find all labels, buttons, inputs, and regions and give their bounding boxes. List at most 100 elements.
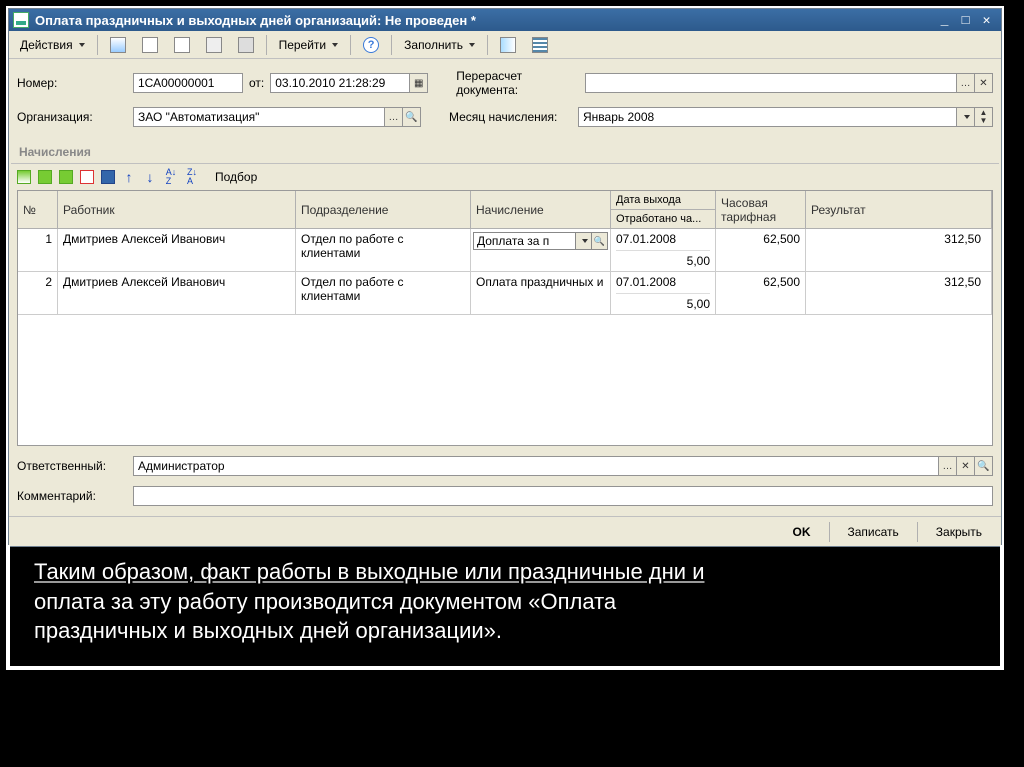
close-button[interactable]: ✕: [976, 11, 997, 29]
chevron-down-icon: [582, 239, 588, 243]
recalc-label: Перерасчет документа:: [434, 69, 579, 97]
sort-desc-button[interactable]: Z↓A: [183, 168, 201, 186]
tb-post-button[interactable]: [103, 34, 133, 56]
accrual-dropdown-button[interactable]: [576, 232, 592, 250]
sort-asc-button[interactable]: A↓Z: [162, 168, 180, 186]
col-header-num[interactable]: №: [18, 191, 58, 229]
cell-department: Отдел по работе с клиентами: [296, 272, 471, 314]
col-header-date-stack[interactable]: Дата выхода Отработано ча...: [611, 191, 716, 229]
responsible-select-button[interactable]: …: [939, 456, 957, 476]
tb-settings-button[interactable]: [493, 34, 523, 56]
minimize-button[interactable]: _: [934, 11, 955, 29]
grid-body: 1 Дмитриев Алексей Иванович Отдел по раб…: [18, 229, 992, 445]
ok-button[interactable]: OK: [780, 521, 824, 543]
help-button[interactable]: ?: [356, 34, 386, 56]
month-dropdown-button[interactable]: [957, 107, 975, 127]
cell-date-stack: 07.01.2008 5,00: [611, 229, 716, 271]
tb-print-button[interactable]: [199, 34, 229, 56]
month-spinner-button[interactable]: ▲▼: [975, 107, 993, 127]
maximize-button[interactable]: □: [955, 11, 976, 29]
save-button[interactable]: Записать: [835, 521, 912, 543]
chevron-down-icon: [79, 43, 85, 47]
add-row-button[interactable]: [15, 168, 33, 186]
tb-refresh-button[interactable]: [135, 34, 165, 56]
add-row-icon: [17, 170, 31, 184]
main-toolbar: Действия Перейти ? Заполнить: [9, 31, 1001, 59]
form-header: Номер: от: ▦ Перерасчет документа: … ✕ О…: [9, 59, 1001, 143]
month-label: Месяц начисления:: [427, 110, 572, 124]
struct-icon: [238, 37, 254, 53]
accrual-value: Доплата за п: [473, 232, 576, 250]
post-icon: [110, 37, 126, 53]
comment-input[interactable]: [133, 486, 993, 506]
org-search-button[interactable]: 🔍: [403, 107, 421, 127]
col-header-result[interactable]: Результат: [806, 191, 992, 229]
cell-num: 2: [18, 272, 58, 314]
responsible-label: Ответственный:: [17, 459, 127, 473]
cell-date-stack: 07.01.2008 5,00: [611, 272, 716, 314]
cell-worked-hours: 5,00: [616, 297, 710, 311]
help-icon: ?: [363, 37, 379, 53]
bottom-fields: Ответственный: … ✕ 🔍 Комментарий:: [9, 446, 1001, 516]
actions-label: Действия: [20, 38, 73, 52]
grid-empty-area: [18, 315, 992, 445]
table-row[interactable]: 1 Дмитриев Алексей Иванович Отдел по раб…: [18, 229, 992, 272]
fill-menu[interactable]: Заполнить: [397, 34, 482, 56]
chevron-down-icon: [332, 43, 338, 47]
tb-register-button[interactable]: [167, 34, 197, 56]
cell-department: Отдел по работе с клиентами: [296, 229, 471, 271]
cell-result: 312,50: [806, 229, 992, 271]
arrow-up-icon: ↑: [126, 169, 133, 185]
fill-label: Заполнить: [404, 38, 463, 52]
table-row[interactable]: 2 Дмитриев Алексей Иванович Отдел по раб…: [18, 272, 992, 315]
print-icon: [206, 37, 222, 53]
cell-result: 312,50: [806, 272, 992, 314]
responsible-search-button[interactable]: 🔍: [975, 456, 993, 476]
responsible-input[interactable]: [133, 456, 939, 476]
cell-accrual: Оплата праздничных и: [471, 272, 611, 314]
col-header-rate[interactable]: Часовая тарифная: [716, 191, 806, 229]
accrual-search-button[interactable]: 🔍: [592, 232, 608, 250]
responsible-clear-button[interactable]: ✕: [957, 456, 975, 476]
org-label: Организация:: [17, 110, 127, 124]
from-label: от:: [249, 76, 264, 90]
titlebar: Оплата праздничных и выходных дней орган…: [9, 9, 1001, 31]
caption-line3: праздничных и выходных дней организации»…: [34, 618, 502, 643]
cell-date-out: 07.01.2008: [616, 275, 710, 294]
number-input[interactable]: [133, 73, 243, 93]
tb-struct-button[interactable]: [231, 34, 261, 56]
col-header-accrual[interactable]: Начисление: [471, 191, 611, 229]
col-header-employee[interactable]: Работник: [58, 191, 296, 229]
col-header-department[interactable]: Подразделение: [296, 191, 471, 229]
cell-accrual[interactable]: Доплата за п 🔍: [471, 229, 611, 271]
section-title: Начисления: [11, 143, 999, 164]
move-down-button[interactable]: ↓: [141, 168, 159, 186]
save-row-button[interactable]: [99, 168, 117, 186]
calendar-button[interactable]: ▦: [410, 73, 428, 93]
caption-line1: Таким образом, факт работы в выходные ил…: [34, 559, 704, 584]
close-button-footer[interactable]: Закрыть: [923, 521, 995, 543]
goto-menu[interactable]: Перейти: [272, 34, 346, 56]
save-icon: [101, 170, 115, 184]
recalc-clear-button[interactable]: ✕: [975, 73, 993, 93]
selection-button[interactable]: Подбор: [208, 166, 264, 188]
delete-row-button[interactable]: [78, 168, 96, 186]
col-header-date-out: Дата выхода: [611, 191, 715, 210]
search-icon: 🔍: [977, 461, 989, 472]
month-input[interactable]: [578, 107, 957, 127]
move-up-button[interactable]: ↑: [120, 168, 138, 186]
caption-line2: оплата за эту работу производится докуме…: [34, 589, 616, 614]
col-header-worked-hours: Отработано ча...: [611, 210, 715, 228]
sort-desc-icon: Z↓A: [187, 168, 197, 186]
org-input[interactable]: [133, 107, 385, 127]
edit-row-button[interactable]: [57, 168, 75, 186]
tb-list-button[interactable]: [525, 34, 555, 56]
org-select-button[interactable]: …: [385, 107, 403, 127]
actions-menu[interactable]: Действия: [13, 34, 92, 56]
cell-date-out: 07.01.2008: [616, 232, 710, 251]
cell-employee: Дмитриев Алексей Иванович: [58, 229, 296, 271]
recalc-input[interactable]: [585, 73, 957, 93]
recalc-select-button[interactable]: …: [957, 73, 975, 93]
date-input[interactable]: [270, 73, 410, 93]
copy-row-button[interactable]: [36, 168, 54, 186]
